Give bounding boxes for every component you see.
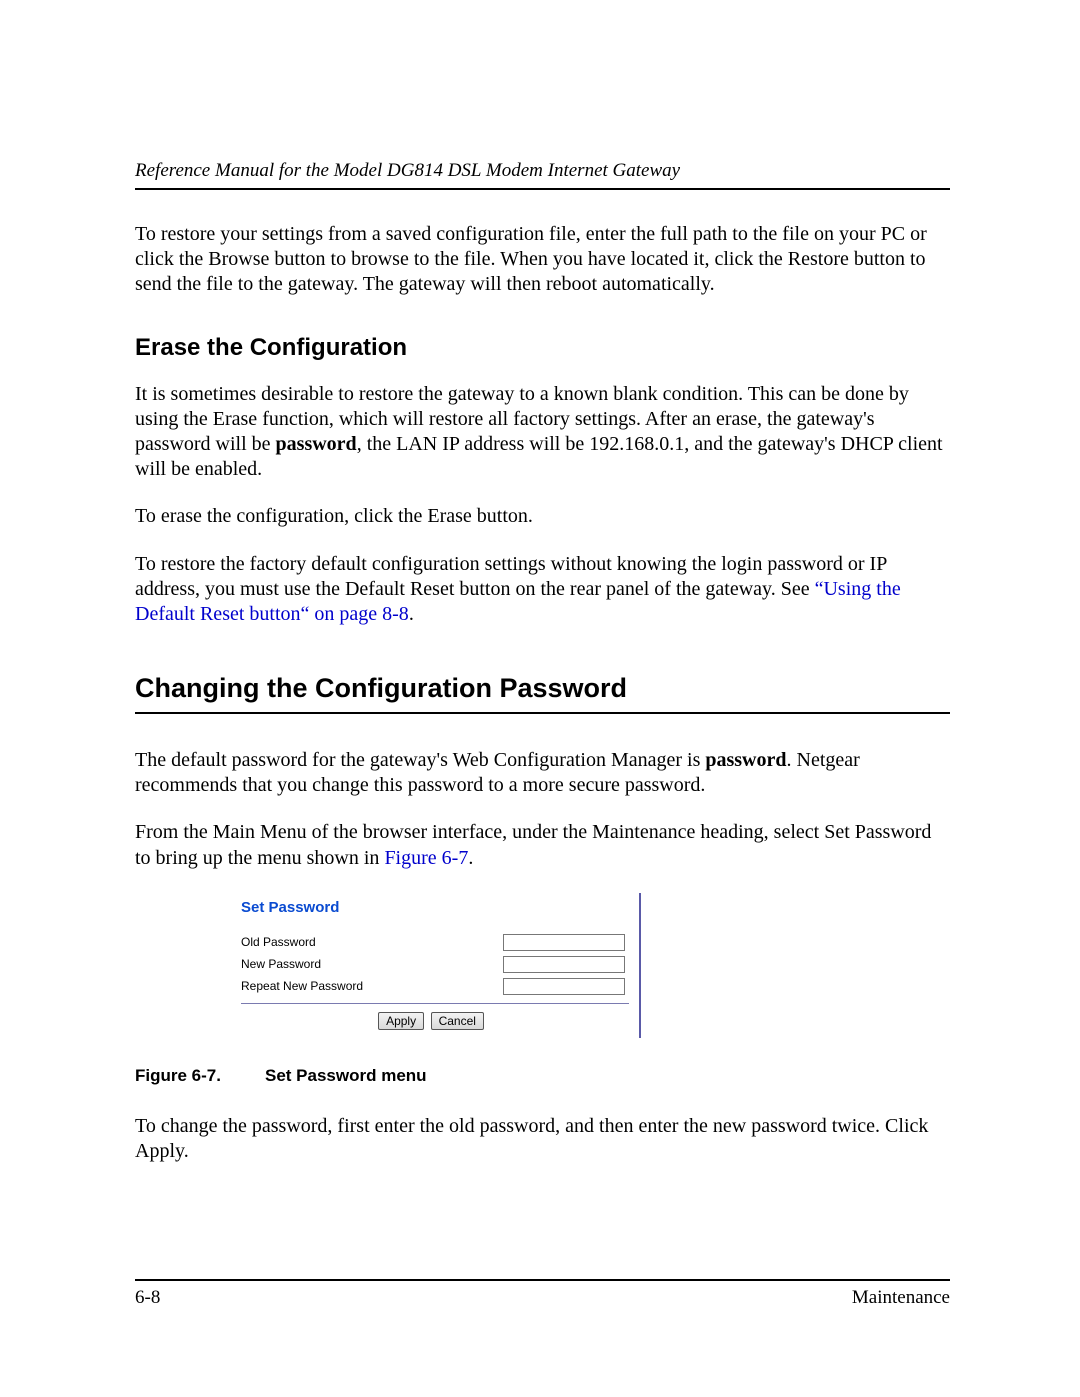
text: To restore the factory default configura… [135, 553, 887, 600]
input-repeat-password[interactable] [503, 978, 625, 995]
figure-caption-text: Set Password menu [265, 1066, 427, 1085]
heading-changing-password: Changing the Configuration Password [135, 673, 950, 714]
para-erase-1: It is sometimes desirable to restore the… [135, 382, 950, 483]
label-repeat-password: Repeat New Password [241, 979, 363, 993]
heading-erase-configuration: Erase the Configuration [135, 334, 950, 362]
para-change-1: The default password for the gateway's W… [135, 748, 950, 798]
page-footer: 6-8 Maintenance [135, 1279, 950, 1309]
row-repeat-password: Repeat New Password [241, 978, 639, 995]
para-restore: To restore your settings from a saved co… [135, 222, 950, 298]
page: Reference Manual for the Model DG814 DSL… [0, 0, 1080, 1397]
figure-set-password: Set Password Old Password New Password R… [235, 893, 641, 1038]
apply-button[interactable]: Apply [378, 1012, 424, 1030]
text: . [468, 847, 473, 869]
text: From the Main Menu of the browser interf… [135, 821, 931, 868]
figure-caption: Figure 6-7.Set Password menu [135, 1066, 950, 1086]
input-new-password[interactable] [503, 956, 625, 973]
bold-password: password [705, 749, 786, 771]
figure-title: Set Password [241, 899, 639, 916]
running-header: Reference Manual for the Model DG814 DSL… [135, 160, 950, 190]
button-row: Apply Cancel [241, 1012, 639, 1030]
para-change-2: From the Main Menu of the browser interf… [135, 820, 950, 870]
divider [241, 1003, 629, 1004]
section-name: Maintenance [852, 1287, 950, 1309]
cancel-button[interactable]: Cancel [431, 1012, 484, 1030]
row-old-password: Old Password [241, 934, 639, 951]
label-old-password: Old Password [241, 935, 316, 949]
row-new-password: New Password [241, 956, 639, 973]
para-change-3: To change the password, first enter the … [135, 1114, 950, 1164]
para-erase-3: To restore the factory default configura… [135, 552, 950, 628]
para-erase-2: To erase the configuration, click the Er… [135, 504, 950, 529]
link-figure-6-7[interactable]: Figure 6-7 [384, 847, 468, 869]
label-new-password: New Password [241, 957, 321, 971]
input-old-password[interactable] [503, 934, 625, 951]
figure-caption-number: Figure 6-7. [135, 1066, 265, 1086]
text: The default password for the gateway's W… [135, 749, 705, 771]
page-number: 6-8 [135, 1287, 160, 1309]
bold-password: password [276, 433, 357, 455]
text: . [409, 603, 414, 625]
